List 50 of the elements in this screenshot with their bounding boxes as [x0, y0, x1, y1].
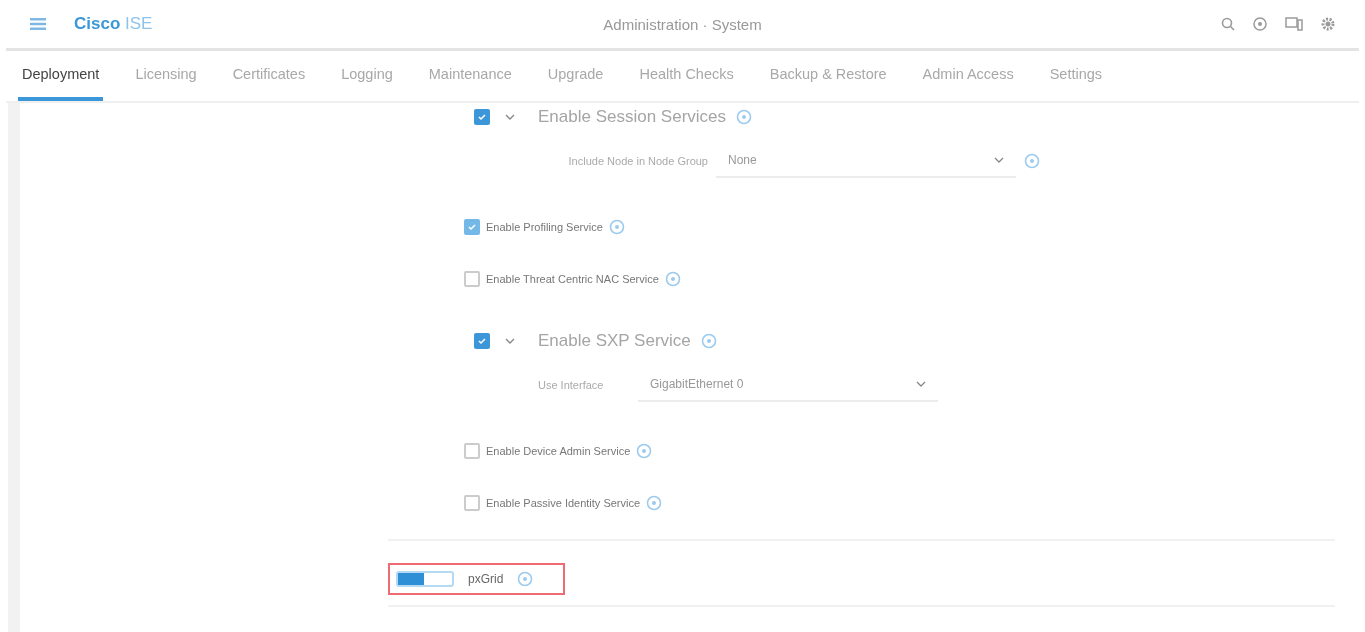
checkmark-icon	[477, 112, 487, 122]
tab[interactable]: Licensing	[131, 51, 201, 101]
checkbox[interactable]	[474, 333, 490, 349]
dropdown-field[interactable]: None	[716, 144, 1016, 178]
info-icon[interactable]	[646, 495, 663, 511]
section-label: Enable SXP Service	[538, 331, 691, 351]
info-icon[interactable]	[736, 109, 753, 125]
tab[interactable]: Admin Access	[918, 51, 1018, 101]
settings-icon[interactable]	[1321, 17, 1335, 31]
caret-icon	[916, 381, 926, 387]
checkmark-icon	[477, 336, 487, 346]
dropdown-field[interactable]: GigabitEthernet 0	[638, 368, 938, 402]
info-icon[interactable]	[1024, 153, 1040, 169]
info-icon[interactable]	[700, 333, 717, 349]
caret-icon	[994, 157, 1004, 163]
checkbox[interactable]	[464, 495, 480, 511]
toggle-label: pxGrid	[468, 572, 504, 586]
tab[interactable]: Settings	[1045, 51, 1107, 101]
tab[interactable]: Health Checks	[635, 51, 738, 101]
checkbox-label: Enable Threat Centric NAC Service	[486, 273, 659, 285]
field-label: Include Node in Node Group	[567, 155, 708, 167]
tab[interactable]: Backup & Restore	[765, 51, 891, 101]
info-icon[interactable]	[608, 219, 625, 235]
checkbox[interactable]	[474, 109, 490, 125]
tab[interactable]: Upgrade	[543, 51, 608, 101]
tab[interactable]: Maintenance	[424, 51, 516, 101]
menu-icon[interactable]	[30, 18, 46, 30]
checkbox[interactable]	[464, 271, 480, 287]
tab[interactable]: Certificates	[228, 51, 310, 101]
field-label: Use Interface	[538, 379, 605, 391]
info-icon[interactable]	[636, 443, 653, 459]
tab[interactable]: Logging	[337, 51, 397, 101]
checkmark-icon	[467, 222, 477, 232]
monitor-icon[interactable]	[1285, 17, 1303, 31]
search-icon[interactable]	[1221, 17, 1235, 31]
info-icon[interactable]	[517, 571, 534, 587]
brand-logo[interactable]: Cisco ISE	[74, 14, 153, 34]
help-icon[interactable]	[1253, 17, 1267, 31]
checkbox-label: Enable Device Admin Service	[486, 445, 631, 457]
toggle-switch[interactable]	[396, 571, 454, 587]
page-title: Administration · System	[603, 15, 762, 33]
chevron-icon[interactable]	[504, 337, 516, 345]
chevron-icon[interactable]	[504, 113, 516, 121]
tab[interactable]: Deployment	[18, 51, 104, 101]
checkbox-label: Enable Profiling Service	[486, 221, 603, 233]
checkbox[interactable]	[464, 443, 480, 459]
section-label: Enable Session Services	[538, 107, 727, 127]
checkbox-label: Enable Passive Identity Service	[486, 497, 641, 509]
checkbox[interactable]	[464, 219, 480, 235]
info-icon[interactable]	[664, 271, 681, 287]
